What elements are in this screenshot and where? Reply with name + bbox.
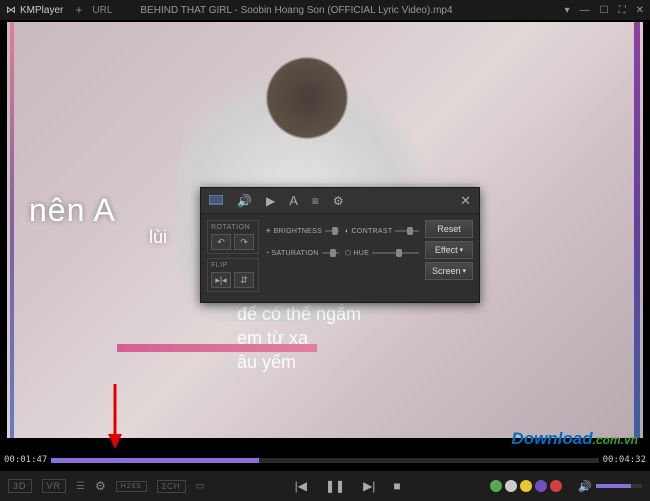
rotate-cw-button[interactable]: ↷ — [234, 234, 254, 250]
extra-icon[interactable]: ▭ — [196, 481, 205, 492]
contrast-icon: ◐ — [345, 228, 350, 235]
dropdown-icon[interactable]: ▾ — [565, 5, 570, 16]
next-button[interactable]: ▶| — [363, 479, 375, 493]
titlebar: ⋈ KMPlayer + URL BEHIND THAT GIRL - Soob… — [0, 0, 650, 20]
flip-group: FLIP ▸|◂ ⇵ — [207, 258, 259, 292]
hue-icon: ⬡ — [345, 249, 351, 257]
chevron-down-icon: ▾ — [460, 246, 464, 254]
seek-fill — [51, 458, 259, 463]
hue-label: ⬡HUE — [345, 249, 369, 257]
saturation-slider[interactable] — [322, 252, 339, 254]
video-viewport[interactable]: nên A lùi để có thể ngắm em từ xa âu yếm… — [7, 22, 643, 438]
lyric-line: âu yếm — [237, 350, 361, 374]
lyric-line: để có thể ngắm — [237, 302, 361, 326]
tab-play-icon[interactable]: ▶ — [266, 194, 275, 208]
seek-bar[interactable] — [51, 458, 598, 463]
logo-icon: ⋈ — [6, 5, 16, 16]
minimize-button[interactable]: — — [580, 5, 590, 16]
bottom-toolbar: 3D VR ☰ ⚙ H265 2CH ▭ |◀ ❚❚ ▶| ■ 🔊 — [0, 471, 650, 501]
tab-subtitle-icon[interactable]: A — [289, 193, 298, 208]
preset-dot-red[interactable] — [550, 480, 562, 492]
reset-button[interactable]: Reset — [425, 220, 473, 238]
volume-icon[interactable]: 🔊 — [578, 480, 592, 493]
close-button[interactable]: ✕ — [636, 5, 644, 16]
preset-dot-purple[interactable] — [535, 480, 547, 492]
preset-dot-white[interactable] — [505, 480, 517, 492]
fullscreen-button[interactable]: ⛶ — [619, 5, 626, 16]
tab-display-icon[interactable] — [209, 194, 223, 208]
tab-playlist-icon[interactable]: ≡ — [312, 194, 319, 208]
settings-gear-icon[interactable]: ⚙ — [95, 479, 106, 493]
chevron-down-icon: ▾ — [463, 267, 467, 275]
video-settings-panel: 🔊 ▶ A ≡ ⚙ ✕ ROTATION ↶ ↷ FLIP ▸|◂ — [200, 187, 480, 303]
watermark: Download.com.vn — [511, 429, 638, 449]
app-name: KMPlayer — [20, 5, 63, 16]
contrast-label: ◐CONTRAST — [345, 228, 392, 235]
rotate-ccw-button[interactable]: ↶ — [211, 234, 231, 250]
url-button[interactable]: URL — [92, 5, 112, 16]
lyric-overlay-left: nên A lùi — [29, 192, 167, 248]
lyric-line: lùi — [149, 227, 167, 248]
lyric-line: em từ xa — [237, 326, 361, 350]
lyric-line: nên A — [29, 192, 167, 229]
hue-slider[interactable] — [372, 252, 419, 254]
brightness-icon: ☀ — [265, 227, 272, 235]
brightness-slider[interactable] — [325, 230, 339, 232]
app-logo: ⋈ KMPlayer — [6, 5, 63, 16]
3d-badge[interactable]: 3D — [8, 479, 32, 493]
rotation-label: ROTATION — [211, 224, 255, 231]
rotation-group: ROTATION ↶ ↷ — [207, 220, 259, 254]
window-title: BEHIND THAT GIRL - Soobin Hoang Son (OFF… — [140, 5, 564, 16]
panel-close-button[interactable]: ✕ — [460, 193, 471, 209]
brightness-label: ☀BRIGHTNESS — [265, 227, 322, 235]
preset-dot-green[interactable] — [490, 480, 502, 492]
vr-badge[interactable]: VR — [42, 479, 67, 493]
add-button[interactable]: + — [75, 3, 82, 17]
saturation-icon: ◔ — [265, 250, 270, 257]
lyric-overlay-center: để có thể ngắm em từ xa âu yếm — [237, 302, 361, 374]
preset-dot-yellow[interactable] — [520, 480, 532, 492]
maximize-button[interactable]: ☐ — [600, 5, 609, 16]
playlist-icon[interactable]: ☰ — [76, 481, 85, 492]
total-time: 00:04:32 — [603, 455, 646, 465]
tab-settings-icon[interactable]: ⚙ — [333, 194, 344, 208]
flip-vertical-button[interactable]: ⇵ — [234, 272, 254, 288]
flip-label: FLIP — [211, 262, 255, 269]
audio-channel-badge[interactable]: 2CH — [157, 480, 186, 493]
effect-button[interactable]: Effect▾ — [425, 241, 473, 259]
progress-row: 00:01:47 00:04:32 — [0, 451, 650, 469]
color-dots — [490, 480, 562, 492]
panel-tabs: 🔊 ▶ A ≡ ⚙ ✕ — [201, 188, 479, 214]
tab-audio-icon[interactable]: 🔊 — [237, 194, 252, 208]
flip-horizontal-button[interactable]: ▸|◂ — [211, 272, 231, 288]
stop-button[interactable]: ■ — [393, 479, 400, 493]
contrast-slider[interactable] — [395, 230, 419, 232]
prev-button[interactable]: |◀ — [295, 479, 307, 493]
pause-button[interactable]: ❚❚ — [325, 479, 345, 493]
saturation-label: ◔SATURATION — [265, 250, 319, 257]
current-time: 00:01:47 — [4, 455, 47, 465]
volume-slider[interactable] — [596, 484, 642, 488]
h265-badge[interactable]: H265 — [116, 481, 147, 492]
screen-button[interactable]: Screen▾ — [425, 262, 473, 280]
